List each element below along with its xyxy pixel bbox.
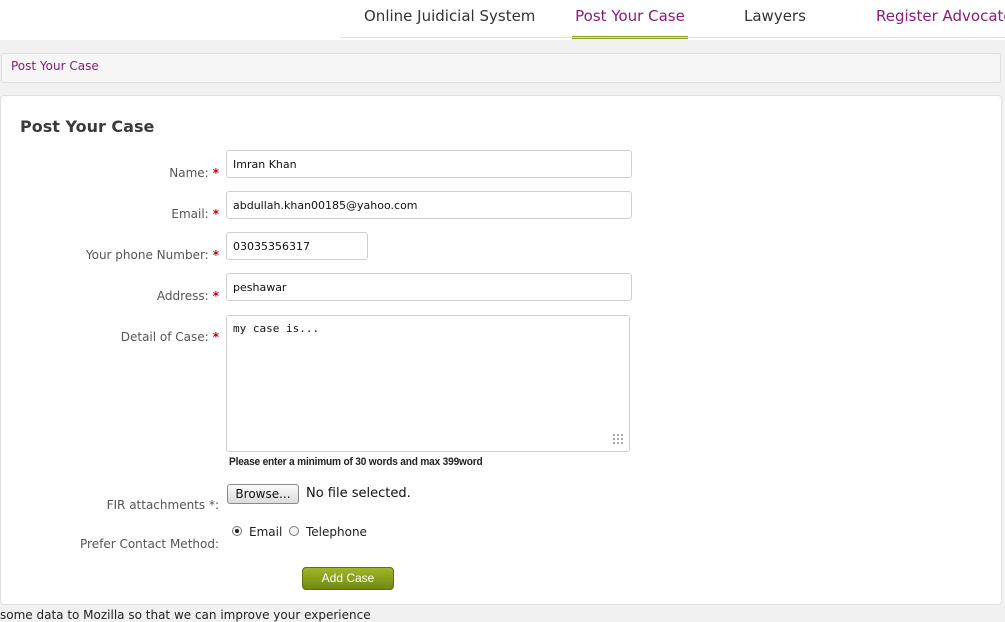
required-marker: * [212,207,219,221]
address-label: Address: * [156,289,219,303]
breadcrumb: Post Your Case [1,53,1001,83]
nav-divider [340,37,1005,38]
email-radio-label[interactable]: Email [249,525,282,539]
required-marker: * [212,330,219,344]
file-status: No file selected. [306,486,411,501]
notification-bar-text: some data to Mozilla so that we can impr… [0,608,371,622]
nav-register-advocate[interactable]: Register Advocate [876,0,1005,36]
case-detail-hint: Please enter a minimum of 30 words and m… [229,456,483,468]
address-field[interactable] [226,273,632,301]
browse-button[interactable]: Browse... [227,484,299,504]
telephone-radio[interactable] [289,526,299,536]
email-field[interactable] [226,191,632,219]
page-title: Post Your Case [20,117,155,136]
phone-label: Your phone Number: * [85,248,219,262]
case-detail-textarea[interactable]: my case is... [226,315,630,452]
nav-lawyers[interactable]: Lawyers [744,0,806,36]
add-case-button[interactable]: Add Case [302,567,394,590]
required-marker: * [212,248,219,262]
name-label: Name: * [169,166,219,180]
nav-post-your-case[interactable]: Post Your Case [572,0,688,39]
name-field[interactable] [226,150,632,178]
detail-label: Detail of Case: * [120,330,219,344]
resize-grip-icon[interactable] [612,433,624,445]
top-navigation: Online Juidicial System Post Your Case L… [0,0,1005,40]
phone-field[interactable] [226,232,368,260]
contact-method-label: Prefer Contact Method: [80,537,219,551]
required-marker: * [212,289,219,303]
telephone-radio-label[interactable]: Telephone [306,525,367,539]
email-label: Email: * [171,207,219,221]
email-radio[interactable] [232,526,242,536]
fir-label: FIR attachments *: [106,498,219,512]
required-marker: * [212,166,219,180]
nav-online-judicial-system[interactable]: Online Juidicial System [364,0,535,36]
breadcrumb-current[interactable]: Post Your Case [11,59,99,73]
